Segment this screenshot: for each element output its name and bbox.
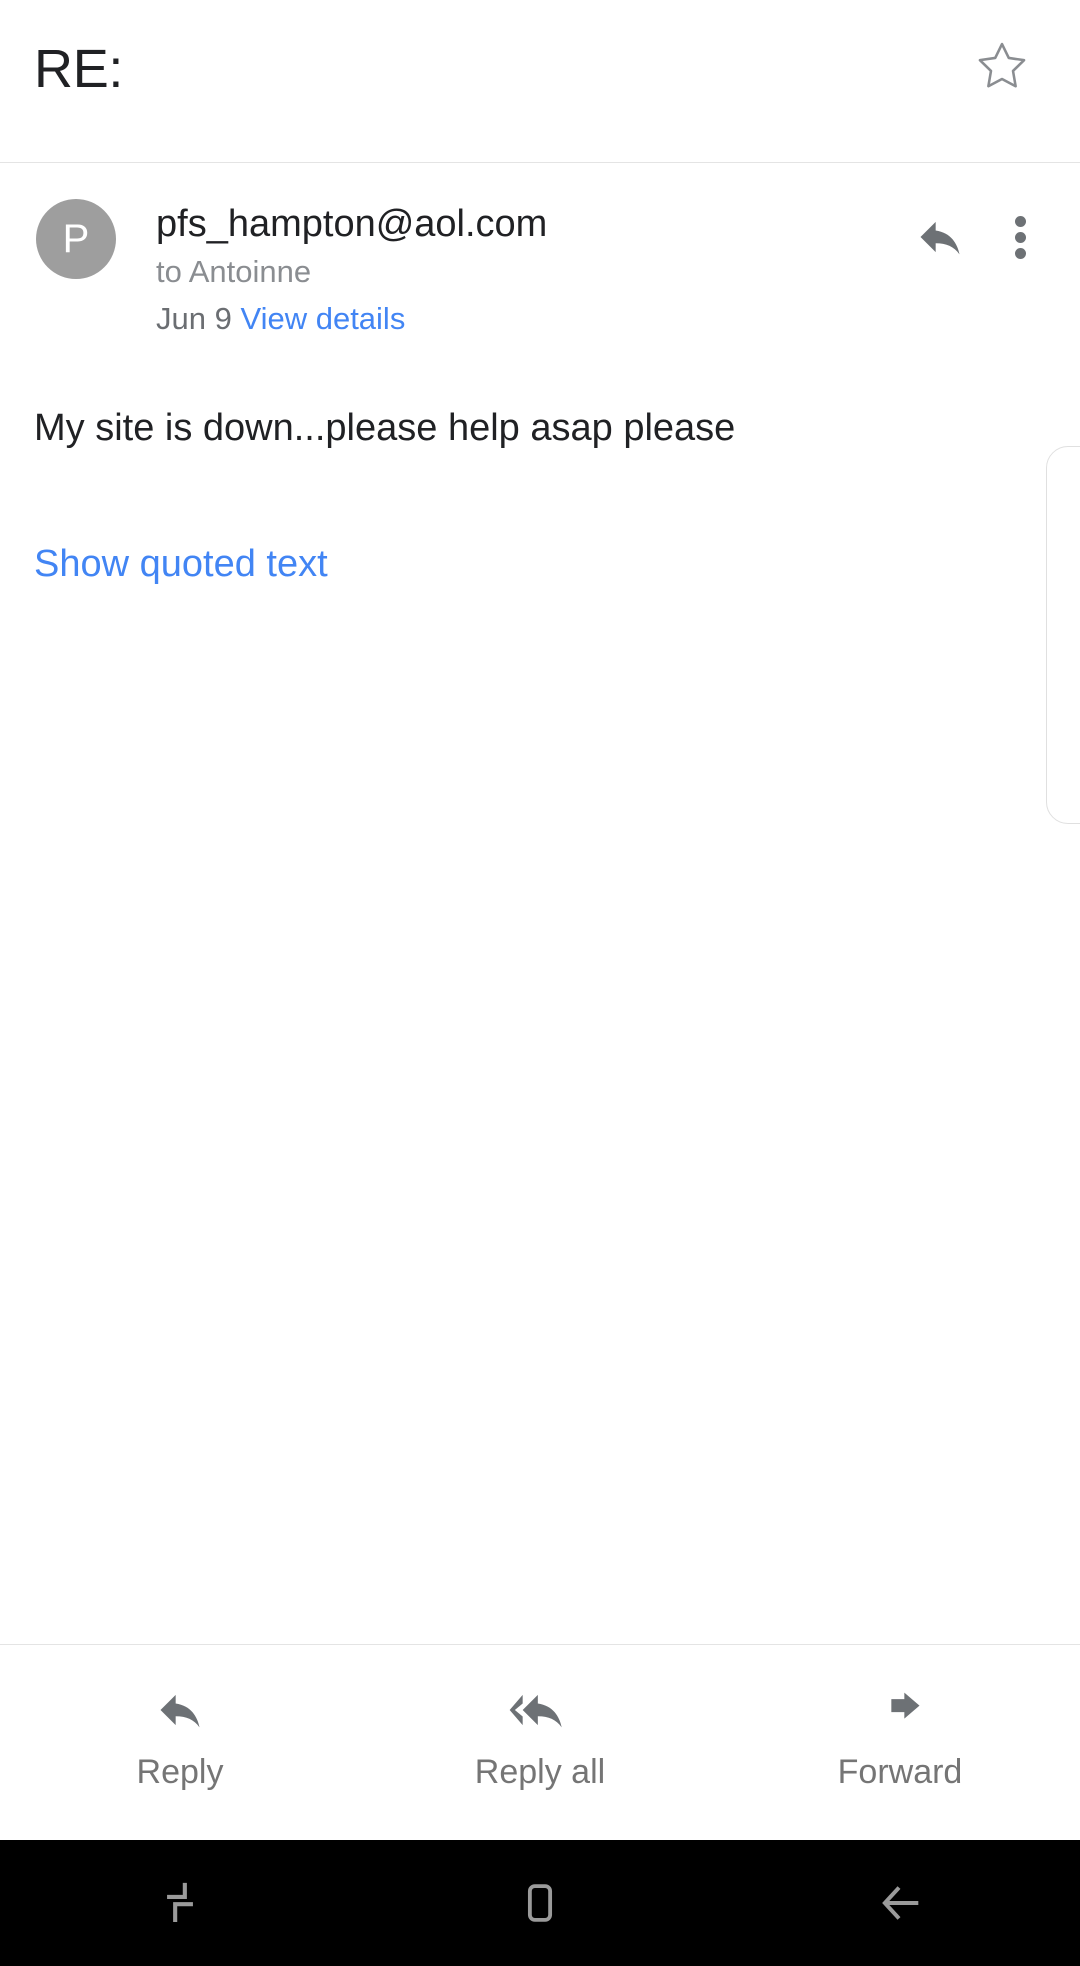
message-area: P pfs_hampton@aol.com to Antoinne Jun 9 … — [0, 163, 1080, 1644]
message-date: Jun 9 — [156, 301, 232, 337]
recipient-line[interactable]: to Antoinne — [156, 251, 904, 294]
scroll-indicator[interactable] — [1046, 446, 1080, 824]
sender-email[interactable]: pfs_hampton@aol.com — [156, 201, 904, 247]
page-title: RE: — [34, 39, 124, 99]
reply-button[interactable] — [904, 205, 976, 269]
home-square-icon — [527, 1884, 553, 1922]
show-quoted-text-link[interactable]: Show quoted text — [0, 454, 368, 588]
subject-header: RE: — [0, 0, 1080, 163]
forward-arrow-icon — [874, 1683, 926, 1737]
view-details-link[interactable]: View details — [240, 301, 405, 336]
reply-action-label: Reply — [136, 1753, 224, 1791]
message-body: My site is down...please help asap pleas… — [34, 406, 736, 449]
reply-all-arrow-icon — [509, 1683, 571, 1737]
forward-action-button[interactable]: Forward — [720, 1645, 1080, 1789]
reply-all-action-button[interactable]: Reply all — [360, 1645, 720, 1789]
star-outline-icon — [978, 42, 1026, 88]
nav-recents-button[interactable] — [0, 1874, 360, 1932]
sender-row: P pfs_hampton@aol.com to Antoinne Jun 9 … — [0, 163, 1080, 341]
reply-arrow-icon — [154, 1683, 206, 1737]
forward-action-label: Forward — [837, 1753, 963, 1791]
email-detail-screen: RE: P pfs_hampton@aol.com to Antoinne Ju… — [0, 0, 1080, 1966]
back-arrow-icon — [882, 1886, 919, 1920]
star-button[interactable] — [974, 0, 1040, 94]
reply-action-button[interactable]: Reply — [0, 1645, 360, 1789]
message-meta: Jun 9 View details — [156, 298, 904, 341]
more-vertical-icon — [1014, 211, 1026, 264]
more-options-button[interactable] — [988, 205, 1052, 269]
reply-action-bar: Reply Reply all Forward — [0, 1644, 1080, 1840]
sender-actions — [904, 199, 1052, 269]
reply-all-action-label: Reply all — [474, 1753, 606, 1791]
reply-arrow-icon — [920, 221, 960, 255]
nav-back-button[interactable] — [720, 1875, 1080, 1931]
android-nav-bar — [0, 1840, 1080, 1966]
sender-info: pfs_hampton@aol.com to Antoinne Jun 9 Vi… — [156, 199, 904, 341]
avatar[interactable]: P — [36, 199, 116, 279]
recents-icon — [167, 1882, 193, 1922]
nav-home-button[interactable] — [360, 1876, 720, 1930]
